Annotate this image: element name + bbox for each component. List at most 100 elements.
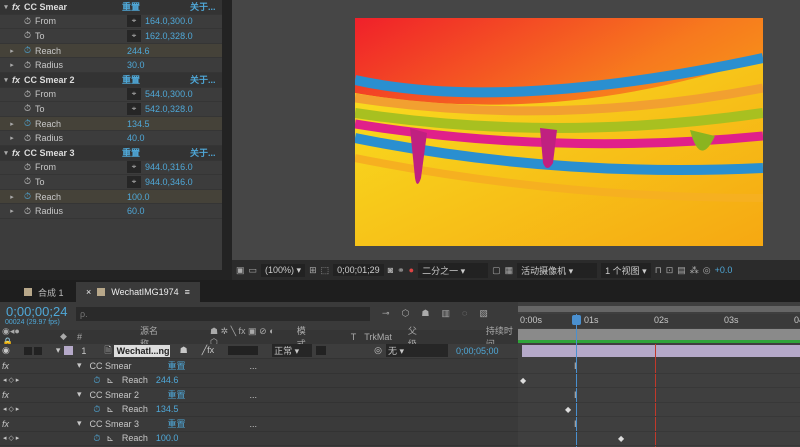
fx-icon[interactable]: fx xyxy=(12,148,20,158)
property-value[interactable]: 944.0,346.0 xyxy=(145,177,193,187)
property-value[interactable]: 134.5 xyxy=(127,119,150,129)
keyframe-navigator[interactable]: ◂ ◇ ▸ xyxy=(3,376,19,384)
eye-icon[interactable]: ◉ xyxy=(2,345,10,356)
effect-header[interactable]: ▾ fx CC Smear 3 重置 关于... xyxy=(0,146,222,161)
collapse-triangle[interactable]: ▾ xyxy=(0,3,12,11)
stopwatch-icon[interactable]: ⏱ xyxy=(24,16,31,27)
timeline-icon[interactable]: ▤ xyxy=(677,265,686,276)
reset-link[interactable]: 重置 xyxy=(168,417,250,430)
reach-row[interactable]: ◂ ◇ ▸ ⏱ ⊾ Reach 244.6 xyxy=(0,374,518,388)
keyframe-navigator[interactable]: ◂ ◇ ▸ xyxy=(3,405,19,413)
safe-zones-icon[interactable]: ⊞ xyxy=(309,265,317,276)
solo-switch[interactable] xyxy=(33,346,42,355)
label-color[interactable] xyxy=(64,346,74,356)
checkerboard-icon[interactable]: ▦ xyxy=(505,265,514,276)
transparency-grid-icon[interactable]: ⬚ xyxy=(321,265,330,276)
expand-triangle[interactable]: ▾ xyxy=(56,345,61,356)
property-value[interactable]: 40.0 xyxy=(127,133,145,143)
expand-triangle[interactable]: ▸ xyxy=(6,120,18,128)
stopwatch-icon[interactable]: ⏱ xyxy=(24,45,31,56)
point-control-icon[interactable]: ⌖ xyxy=(127,161,142,174)
camera-icon[interactable]: ◙ xyxy=(388,265,393,275)
reset-link[interactable]: 重置 xyxy=(168,388,250,401)
about-link[interactable]: 关于... xyxy=(190,0,216,13)
stopwatch-icon[interactable]: ⏱ xyxy=(24,162,31,173)
stopwatch-icon[interactable]: ⏱ xyxy=(93,375,100,386)
pixel-aspect-icon[interactable]: ⊓ xyxy=(655,265,662,276)
keyframe-icon[interactable]: ◆ xyxy=(520,376,526,385)
reach-value[interactable]: 244.6 xyxy=(156,375,179,385)
layer-duration-bar[interactable] xyxy=(522,345,800,357)
reset-link[interactable]: 重置 xyxy=(122,146,190,159)
about-link[interactable]: 关于... xyxy=(190,146,216,159)
stopwatch-icon[interactable]: ⏱ xyxy=(93,433,100,444)
fast-previews-icon[interactable]: ⊡ xyxy=(666,265,674,276)
keyframe-navigator[interactable]: ◂ ◇ ▸ xyxy=(3,434,19,442)
motion-blur-icon[interactable]: ◌ xyxy=(462,308,467,319)
region-of-interest-icon[interactable]: ▢ xyxy=(492,265,501,276)
expand-triangle[interactable]: ▸ xyxy=(6,207,18,215)
property-value[interactable]: 544.0,300.0 xyxy=(145,89,193,99)
more-ellipsis[interactable]: ... xyxy=(250,390,258,400)
timeline-graph[interactable]: 0:00s 01s 02s 03s 04 I◆I◆I◆ xyxy=(518,302,800,447)
keyframe-icon[interactable]: ◆ xyxy=(565,405,571,414)
effect-row[interactable]: fx ▾ CC Smear 3 重置... xyxy=(0,417,518,432)
parent-dropdown[interactable]: 无 ▾ xyxy=(386,344,449,358)
reach-value[interactable]: 134.5 xyxy=(156,404,179,414)
snapshot-region-icon[interactable]: ▣ xyxy=(236,265,245,276)
point-control-icon[interactable]: ⌖ xyxy=(127,29,142,42)
collapse-triangle[interactable]: ▾ xyxy=(0,76,12,84)
shy-switch[interactable]: ☗ xyxy=(180,345,188,356)
effect-header[interactable]: ▾ fx CC Smear 2 重置 关于... xyxy=(0,73,222,88)
fx-switch[interactable]: ╱fx xyxy=(202,345,214,356)
playhead-handle[interactable] xyxy=(572,315,581,325)
point-control-icon[interactable]: ⌖ xyxy=(127,88,142,101)
reset-link[interactable]: 重置 xyxy=(168,359,250,372)
tab-comp-1[interactable]: 合成 1 xyxy=(14,282,74,302)
property-value[interactable]: 30.0 xyxy=(127,60,145,70)
collapse-triangle[interactable]: ▾ xyxy=(77,418,82,429)
property-value[interactable]: 162.0,328.0 xyxy=(145,31,193,41)
reset-link[interactable]: 重置 xyxy=(122,73,190,86)
trkmat-box[interactable] xyxy=(316,346,327,356)
stopwatch-icon[interactable]: ⏱ xyxy=(24,176,31,187)
graph-icon[interactable]: ⊾ xyxy=(106,433,114,444)
audio-switch[interactable] xyxy=(23,346,32,355)
stopwatch-icon[interactable]: ⏱ xyxy=(93,404,100,415)
work-area-bar[interactable] xyxy=(518,340,800,343)
property-value[interactable]: 944.0,316.0 xyxy=(145,162,193,172)
fx-icon[interactable]: fx xyxy=(12,75,20,85)
more-ellipsis[interactable]: ... xyxy=(250,419,258,429)
close-icon[interactable]: × xyxy=(86,287,91,297)
graph-icon[interactable]: ⊾ xyxy=(106,404,114,415)
navigator-bar[interactable] xyxy=(518,306,800,312)
collapse-triangle[interactable]: ▾ xyxy=(77,360,82,371)
stopwatch-icon[interactable]: ⏱ xyxy=(24,118,31,129)
fx-icon[interactable]: fx xyxy=(12,2,20,12)
comp-flowchart-icon[interactable]: ⊸ xyxy=(382,308,390,319)
property-value[interactable]: 164.0,300.0 xyxy=(145,16,193,26)
tab-wechatimg1974[interactable]: × WechatIMG1974 ≡ xyxy=(76,282,200,302)
switches-blank[interactable] xyxy=(228,346,259,356)
flowchart-icon[interactable]: ⁂ xyxy=(690,265,699,276)
monitor-icon[interactable]: ▭ xyxy=(249,265,258,276)
stopwatch-icon[interactable]: ⏱ xyxy=(24,103,31,114)
graph-editor-icon[interactable]: ▧ xyxy=(479,308,488,319)
stopwatch-icon[interactable]: ⏱ xyxy=(24,206,31,217)
layer-name[interactable]: WechatI...ng xyxy=(113,344,170,357)
camera-dropdown[interactable]: 活动摄像机 ▾ xyxy=(517,262,598,278)
pickwhip-icon[interactable]: ◎ xyxy=(374,345,382,356)
collapse-triangle[interactable]: ▾ xyxy=(77,389,82,400)
stopwatch-icon[interactable]: ⏱ xyxy=(24,133,31,144)
point-control-icon[interactable]: ⌖ xyxy=(127,15,142,28)
point-control-icon[interactable]: ⌖ xyxy=(127,175,142,188)
expand-triangle[interactable]: ▸ xyxy=(6,61,18,69)
expand-triangle[interactable]: ▸ xyxy=(6,193,18,201)
graph-icon[interactable]: ⊾ xyxy=(106,375,114,386)
reach-row[interactable]: ◂ ◇ ▸ ⏱ ⊾ Reach 134.5 xyxy=(0,403,518,417)
reset-link[interactable]: 重置 xyxy=(122,0,190,13)
zoom-dropdown[interactable]: (100%) ▾ xyxy=(261,263,306,277)
property-value[interactable]: 244.6 xyxy=(127,46,150,56)
point-control-icon[interactable]: ⌖ xyxy=(127,102,142,115)
reach-row[interactable]: ◂ ◇ ▸ ⏱ ⊾ Reach 100.0 xyxy=(0,432,518,446)
